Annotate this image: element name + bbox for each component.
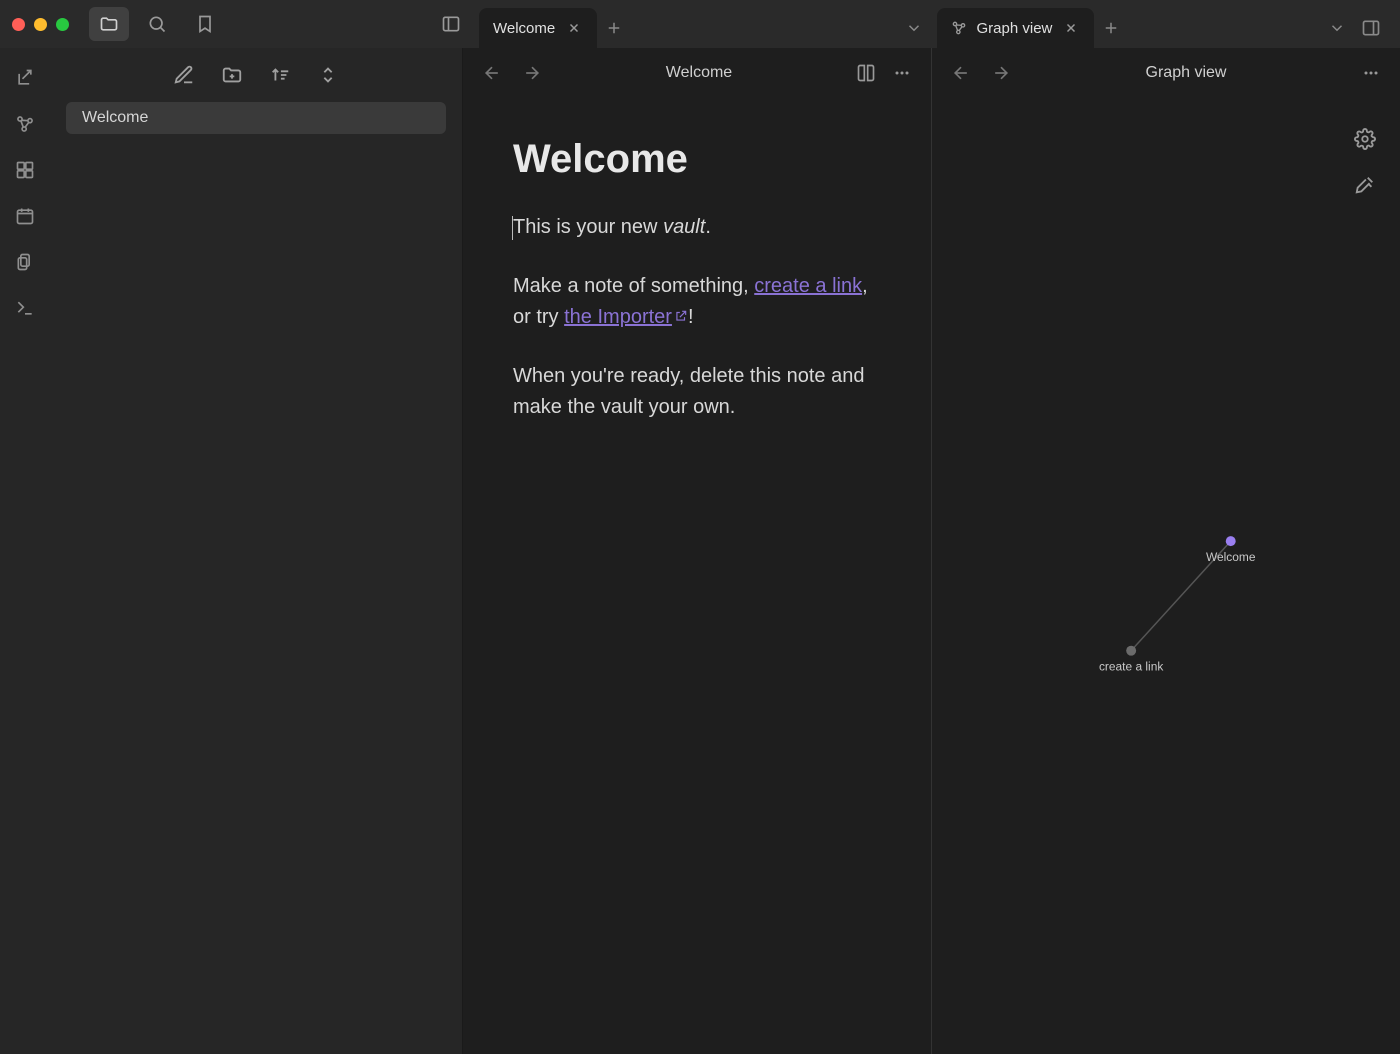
quick-switcher-icon[interactable]	[7, 60, 43, 96]
reading-mode-button[interactable]	[851, 58, 881, 88]
tab-label: Welcome	[493, 20, 555, 37]
tab-group-right: Graph view	[937, 0, 1389, 48]
window-minimize[interactable]	[34, 18, 47, 31]
graph-view-icon[interactable]	[7, 106, 43, 142]
graph-node-welcome[interactable]: Welcome	[1206, 536, 1256, 564]
note-paragraph-1[interactable]: This is your new vault.	[513, 212, 881, 243]
workspace-panes: Welcome Welcome This is your new vault.	[463, 48, 1400, 1054]
nav-back-button[interactable]	[477, 58, 507, 88]
svg-text:create a link: create a link	[1099, 660, 1163, 674]
right-sidebar-toggle[interactable]	[1354, 8, 1388, 48]
app-root: Welcome Graph	[0, 0, 1400, 1054]
graph-controls	[1348, 122, 1382, 202]
pane-title[interactable]: Graph view	[1026, 64, 1346, 82]
tab-graph-view[interactable]: Graph view	[937, 8, 1095, 48]
collapse-button[interactable]	[313, 60, 343, 90]
new-note-button[interactable]	[169, 60, 199, 90]
note-pane-header: Welcome	[463, 48, 931, 98]
new-folder-button[interactable]	[217, 60, 247, 90]
note-paragraph-3[interactable]: When you're ready, delete this note and …	[513, 361, 881, 423]
app-body: Welcome Welcome	[0, 48, 1400, 1054]
tab-group-left: Welcome	[479, 0, 931, 48]
tab-label: Graph view	[977, 20, 1053, 37]
more-options-button[interactable]	[887, 58, 917, 88]
link-create-a-link[interactable]: create a link	[754, 275, 862, 297]
tabs-region: Welcome Graph	[479, 0, 1388, 48]
external-link-icon	[674, 309, 688, 323]
nav-back-button[interactable]	[946, 58, 976, 88]
daily-note-icon[interactable]	[7, 198, 43, 234]
bookmarks-button[interactable]	[185, 7, 225, 41]
file-list: Welcome	[50, 102, 462, 1054]
window-fullscreen[interactable]	[56, 18, 69, 31]
close-icon[interactable]	[565, 19, 583, 37]
note-editor[interactable]: Welcome This is your new vault. Make a n…	[463, 98, 931, 481]
nav-forward-button[interactable]	[517, 58, 547, 88]
file-explorer: Welcome	[50, 48, 463, 1054]
svg-text:Welcome: Welcome	[1206, 550, 1256, 564]
pane-actions	[851, 58, 917, 88]
tab-list-dropdown[interactable]	[897, 8, 931, 48]
ribbon	[0, 48, 50, 1054]
new-tab-button[interactable]	[597, 8, 631, 48]
note-pane: Welcome Welcome This is your new vault.	[463, 48, 931, 1054]
files-toggle-button[interactable]	[89, 7, 129, 41]
templates-icon[interactable]	[7, 244, 43, 280]
tab-welcome[interactable]: Welcome	[479, 8, 597, 48]
left-sidebar-toggle[interactable]	[431, 7, 471, 41]
close-icon[interactable]	[1062, 19, 1080, 37]
canvas-icon[interactable]	[7, 152, 43, 188]
note-paragraph-2[interactable]: Make a note of something, create a link,…	[513, 271, 881, 333]
tab-list-dropdown[interactable]	[1320, 8, 1354, 48]
graph-pane: Graph view	[931, 48, 1400, 1054]
note-heading[interactable]: Welcome	[513, 128, 881, 190]
pane-actions	[1356, 58, 1386, 88]
new-tab-button[interactable]	[1094, 8, 1128, 48]
graph-settings-button[interactable]	[1348, 122, 1382, 156]
graph-icon	[951, 20, 967, 36]
link-the-importer[interactable]: the Importer	[564, 306, 688, 328]
sort-button[interactable]	[265, 60, 295, 90]
graph-canvas[interactable]: Welcome create a link	[932, 98, 1400, 1054]
more-options-button[interactable]	[1356, 58, 1386, 88]
window-close[interactable]	[12, 18, 25, 31]
file-name: Welcome	[82, 109, 148, 126]
file-item-welcome[interactable]: Welcome	[66, 102, 446, 134]
command-palette-icon[interactable]	[7, 290, 43, 326]
search-button[interactable]	[137, 7, 177, 41]
pane-title[interactable]: Welcome	[557, 64, 841, 82]
nav-forward-button[interactable]	[986, 58, 1016, 88]
graph-filter-button[interactable]	[1348, 168, 1382, 202]
graph-svg[interactable]: Welcome create a link	[932, 98, 1400, 1054]
file-explorer-toolbar	[50, 48, 462, 102]
graph-node-create-a-link[interactable]: create a link	[1099, 646, 1163, 674]
graph-pane-header: Graph view	[932, 48, 1400, 98]
window-controls	[12, 18, 69, 31]
titlebar: Welcome Graph	[0, 0, 1400, 48]
